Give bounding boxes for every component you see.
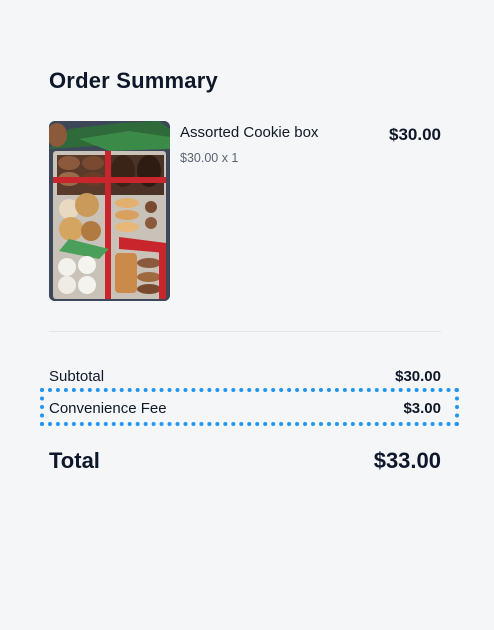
convenience-fee-label: Convenience Fee xyxy=(49,399,167,417)
subtotal-row: Subtotal $30.00 xyxy=(49,366,441,386)
subtotal-label: Subtotal xyxy=(49,367,105,385)
subtotal-value: $30.00 xyxy=(395,367,441,385)
product-image xyxy=(49,121,170,301)
cookie-box-photo-icon xyxy=(49,121,170,301)
divider xyxy=(49,331,441,332)
convenience-fee-value: $3.00 xyxy=(403,399,441,417)
convenience-fee-row: Convenience Fee $3.00 xyxy=(49,398,441,418)
order-summary-panel: Order Summary Assorted Cookie box $30.00… xyxy=(0,0,494,630)
total-label: Total xyxy=(49,448,100,473)
item-unit-price-quantity: $30.00 x 1 xyxy=(180,151,239,165)
item-name: Assorted Cookie box xyxy=(180,124,319,141)
total-row: Total $33.00 xyxy=(49,448,441,474)
page-title: Order Summary xyxy=(49,68,218,93)
item-price: $30.00 xyxy=(389,125,441,144)
order-item: Assorted Cookie box $30.00 x 1 $30.00 xyxy=(49,121,441,301)
total-value: $33.00 xyxy=(373,448,441,473)
